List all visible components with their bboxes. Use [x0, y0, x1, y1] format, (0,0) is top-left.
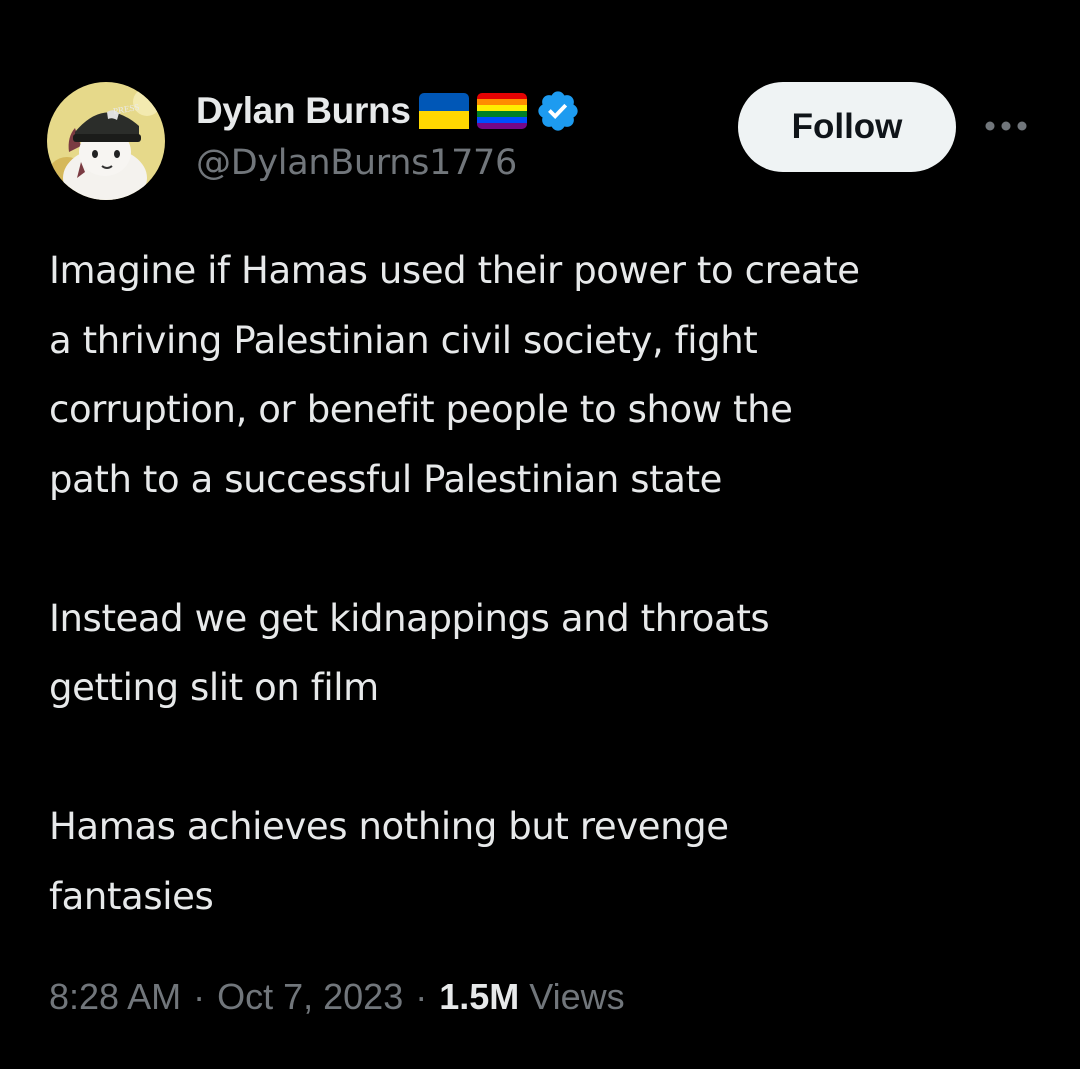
display-name-row: Dylan Burns [196, 86, 581, 136]
tweet-line: path to a successful Palestinian state [49, 457, 723, 501]
tweet-line: a thriving Palestinian civil society, fi… [49, 318, 758, 362]
avatar[interactable]: PRESS [47, 82, 165, 200]
tweet-line: Hamas achieves nothing but revenge [49, 805, 729, 848]
meta-separator: · [415, 976, 428, 1017]
meta-separator: · [193, 976, 206, 1017]
tweet-line: fantasies [49, 874, 214, 918]
rainbow-flag-icon [476, 93, 527, 129]
follow-button[interactable]: Follow [738, 82, 956, 172]
display-name[interactable]: Dylan Burns [196, 90, 411, 132]
tweet-line: Instead we get kidnappings and throats [49, 596, 770, 640]
tweet-time[interactable]: 8:28 AM [49, 976, 181, 1018]
user-handle[interactable]: @DylanBurns1776 [196, 143, 517, 183]
tweet-text: Imagine if Hamas used their power to cre… [49, 236, 1049, 931]
tweet-line: corruption, or benefit people to show th… [49, 388, 793, 431]
tweet-line: Imagine if Hamas used their power to cre… [49, 249, 860, 292]
more-horizontal-icon[interactable] [984, 118, 1028, 134]
views-label: Views [529, 976, 625, 1017]
verified-badge-icon [535, 88, 581, 134]
tweet-date[interactable]: Oct 7, 2023 [217, 976, 403, 1018]
ukraine-flag-icon [418, 93, 469, 129]
views-count[interactable]: 1.5M [439, 976, 519, 1018]
tweet-card: PRESS Dylan Burns @DylanBurns1776 Follow… [0, 0, 1080, 1069]
tweet-line: getting slit on film [49, 666, 379, 709]
tweet-meta: 8:28 AM · Oct 7, 2023 · 1.5M Views [49, 972, 625, 1022]
